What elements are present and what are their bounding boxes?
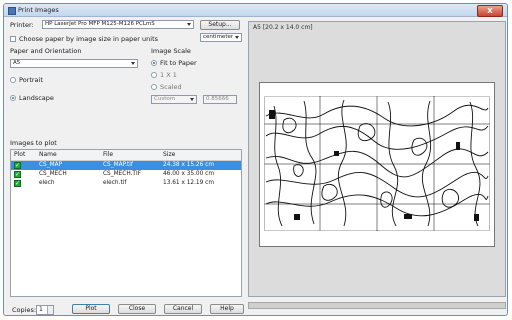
row-size: 13.61 x 12.19 cm — [163, 180, 214, 186]
column-header-size[interactable]: Size — [163, 151, 175, 158]
plot-checkbox[interactable]: ✓ — [14, 180, 21, 187]
landscape-label: Landscape — [19, 94, 54, 102]
chevron-down-icon — [190, 98, 194, 101]
copies-value: 1 — [39, 306, 43, 313]
window-title: Print Images — [18, 6, 59, 14]
table-header: Plot Name File Size — [11, 150, 241, 161]
one-to-one-radio[interactable] — [151, 72, 157, 78]
title-bar: Print Images X — [4, 4, 507, 17]
preview-scrollbar[interactable] — [248, 302, 506, 309]
close-window-button[interactable]: X — [477, 5, 503, 17]
scale-factor-input[interactable]: 0.85666 — [203, 95, 237, 104]
column-header-file[interactable]: File — [103, 151, 113, 158]
row-size: 46.00 x 35.00 cm — [163, 171, 214, 177]
table-row[interactable]: ✓ CS_MAP CS_MAP.tif 24.38 x 15.26 cm — [11, 161, 241, 170]
print-images-dialog: Print Images X Printer: HP LaserJet Pro … — [3, 3, 508, 316]
map-preview-image — [264, 96, 490, 231]
images-to-plot-heading: Images to plot — [10, 139, 57, 147]
units-select-value: centimeter — [203, 34, 234, 40]
cancel-button[interactable]: Cancel — [164, 304, 202, 314]
images-table: Plot Name File Size ✓ CS_MAP CS_MAP.tif … — [10, 149, 242, 297]
chevron-down-icon — [187, 23, 191, 26]
preview-paper-title: A5 [20.2 x 14.0 cm] — [253, 24, 313, 31]
printer-label: Printer: — [10, 21, 34, 29]
portrait-radio[interactable] — [10, 77, 16, 83]
scale-factor-value: 0.85666 — [206, 96, 229, 102]
close-button[interactable]: Close — [118, 304, 156, 314]
choose-paper-by-size-checkbox[interactable] — [10, 36, 16, 42]
row-name: CS_MAP — [39, 162, 63, 168]
one-to-one-label: 1 X 1 — [160, 71, 177, 79]
landscape-radio[interactable] — [10, 95, 16, 101]
column-header-name[interactable]: Name — [39, 151, 57, 158]
copies-spinner[interactable]: 1 — [36, 305, 54, 315]
preview-paper — [259, 82, 495, 247]
row-name: elech — [39, 180, 55, 186]
row-name: CS_MECH — [39, 171, 67, 177]
scaled-label: Scaled — [160, 83, 182, 91]
setup-button[interactable]: Setup... — [200, 20, 240, 30]
units-select[interactable]: centimeter — [200, 33, 242, 42]
chevron-down-icon — [235, 36, 239, 39]
choose-paper-by-size-label: Choose paper by image size in paper unit… — [19, 35, 159, 43]
row-size: 24.38 x 15.26 cm — [163, 162, 214, 168]
scaled-radio[interactable] — [151, 84, 157, 90]
table-row[interactable]: ✓ CS_MECH CS_MECH.TIF 46.00 x 35.00 cm — [11, 170, 241, 179]
plot-button[interactable]: Plot — [72, 304, 110, 314]
scaled-unit-value: Custom — [154, 96, 176, 102]
fit-to-paper-radio[interactable] — [151, 60, 157, 66]
row-file: CS_MAP.tif — [103, 162, 133, 168]
paper-size-select[interactable]: A5 — [10, 59, 138, 68]
spin-down-icon[interactable] — [47, 310, 53, 314]
help-button[interactable]: Help — [210, 304, 244, 314]
column-header-plot[interactable]: Plot — [14, 151, 25, 158]
printer-select-value: HP LaserJet Pro MFP M125-M126 PCLmS — [45, 21, 155, 27]
printer-select[interactable]: HP LaserJet Pro MFP M125-M126 PCLmS — [42, 20, 194, 29]
row-file: elech.tif — [103, 180, 127, 186]
portrait-label: Portrait — [19, 76, 43, 84]
plot-checkbox[interactable]: ✓ — [14, 171, 21, 178]
image-scale-heading: Image Scale — [151, 47, 191, 55]
print-preview-pane: A5 [20.2 x 14.0 cm] — [248, 21, 506, 297]
app-icon — [8, 7, 16, 15]
scaled-unit-select[interactable]: Custom — [151, 95, 197, 104]
paper-orientation-heading: Paper and Orientation — [10, 47, 82, 55]
chevron-down-icon — [131, 62, 135, 65]
table-row[interactable]: ✓ elech elech.tif 13.61 x 12.19 cm — [11, 179, 241, 188]
paper-size-value: A5 — [13, 60, 21, 66]
row-file: CS_MECH.TIF — [103, 171, 142, 177]
copies-label: Copies: — [12, 306, 37, 314]
plot-checkbox[interactable]: ✓ — [14, 162, 21, 169]
fit-to-paper-label: Fit to Paper — [160, 59, 197, 67]
